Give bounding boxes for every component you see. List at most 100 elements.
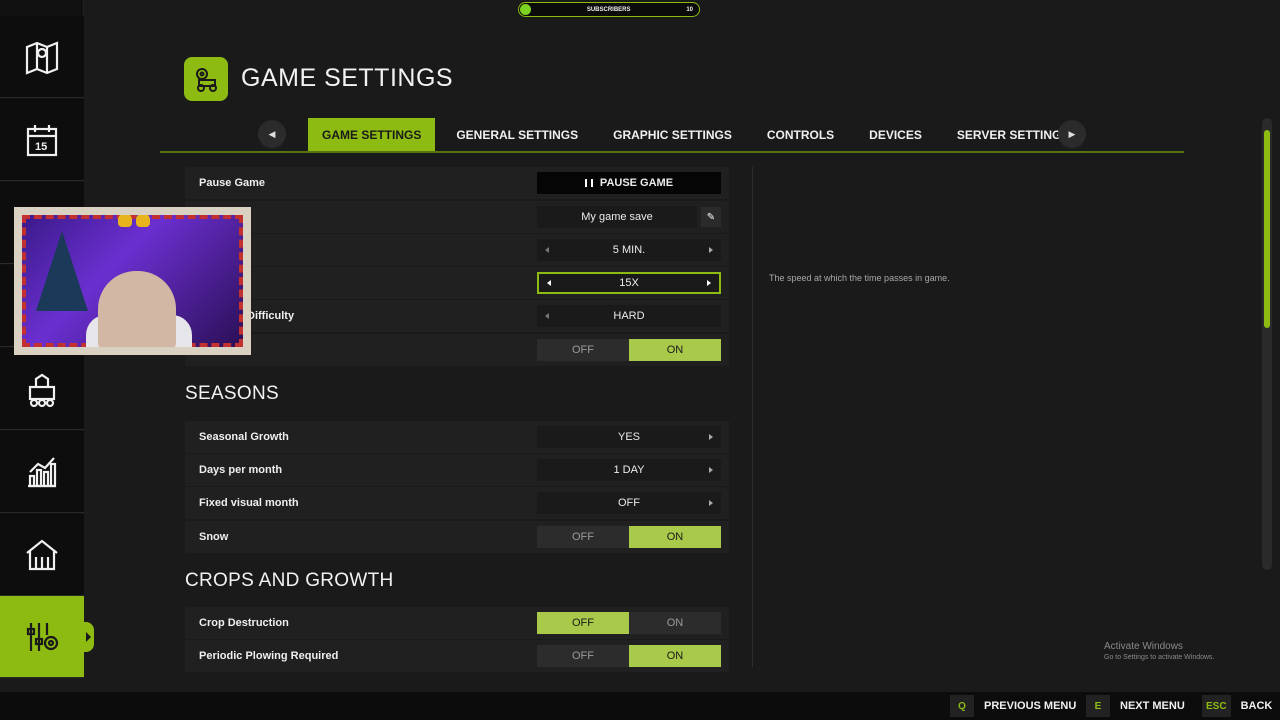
pencil-icon: ✎ <box>706 211 716 223</box>
toggle-on[interactable]: ON <box>629 526 721 548</box>
savegame-name: My game save <box>581 211 653 223</box>
section-title-crops: CROPS AND GROWTH <box>185 570 394 591</box>
days-per-month-selector[interactable]: 1 DAY <box>537 459 721 481</box>
toggle-off[interactable]: OFF <box>537 612 629 634</box>
toggle-off[interactable]: OFF <box>537 339 629 361</box>
tractor-gear-icon <box>184 57 228 101</box>
tab-graphic-settings[interactable]: GRAPHIC SETTINGS <box>599 118 746 152</box>
toggle-off[interactable]: OFF <box>537 645 629 667</box>
section-title-seasons: SEASONS <box>185 383 279 404</box>
selector-value: HARD <box>613 310 645 322</box>
setting-row-autosave-interval: nterval 5 MIN. <box>185 234 729 266</box>
arrow-right-icon[interactable] <box>709 467 713 473</box>
tab-game-settings[interactable]: GAME SETTINGS <box>308 118 436 152</box>
setting-row-fixed-visual-month: Fixed visual month OFF <box>185 487 729 519</box>
key-q: Q <box>950 695 974 717</box>
selector-value: 15X <box>619 277 639 289</box>
previous-menu-button[interactable]: Q PREVIOUS MENU <box>950 694 1076 718</box>
statistics-icon <box>28 456 57 487</box>
arrow-left-icon[interactable] <box>545 247 549 253</box>
back-button[interactable]: ESC BACK <box>1202 694 1272 718</box>
key-esc: ESC <box>1202 695 1231 717</box>
sidebar-item-production[interactable] <box>0 348 84 430</box>
setting-row-seasonal-growth: Seasonal Growth YES <box>185 421 729 453</box>
pause-icon <box>584 179 593 187</box>
toggle-on[interactable]: ON <box>629 645 721 667</box>
pause-game-button-label: PAUSE GAME <box>599 177 674 189</box>
christmas-tree-shape <box>36 231 88 311</box>
arrow-left-icon[interactable] <box>547 280 551 286</box>
setting-label: Pause Game <box>199 177 266 189</box>
periodic-plowing-toggle[interactable]: OFF ON <box>537 645 721 667</box>
autosave-interval-selector[interactable]: 5 MIN. <box>537 239 721 261</box>
snow-toggle[interactable]: OFF ON <box>537 526 721 548</box>
page-title: GAME SETTINGS <box>241 64 454 92</box>
tab-underline <box>160 151 1184 153</box>
watermark-title: Activate Windows <box>1104 641 1183 652</box>
fixed-visual-month-selector[interactable]: OFF <box>537 492 721 514</box>
sidebar-item-settings[interactable] <box>0 596 94 678</box>
calendar-icon: 15 <box>26 124 58 156</box>
setting-label: Periodic Plowing Required <box>199 650 339 662</box>
difficulty-selector[interactable]: HARD <box>537 305 721 327</box>
tab-devices[interactable]: DEVICES <box>855 118 936 152</box>
edit-savegame-button[interactable]: ✎ <box>701 207 721 227</box>
arrow-right-icon[interactable] <box>709 247 713 253</box>
streamer-head-shape <box>98 271 176 347</box>
subscriber-progress-bar: SUBSCRIBERS 10 <box>518 2 700 17</box>
crop-destruction-toggle[interactable]: OFF ON <box>537 612 721 634</box>
tab-next-button[interactable]: ▶ <box>1058 120 1086 148</box>
arrow-right-icon[interactable] <box>709 500 713 506</box>
sidebar-item-animals[interactable] <box>0 514 84 596</box>
setting-row-snow: Snow OFF ON <box>185 521 729 553</box>
selector-value: YES <box>617 431 640 443</box>
arrow-right-icon[interactable] <box>709 434 713 440</box>
arrow-right-icon[interactable] <box>707 280 711 286</box>
next-menu-button[interactable]: E NEXT MENU <box>1086 694 1185 718</box>
sidebar-item-statistics[interactable] <box>0 431 84 513</box>
panel-divider <box>752 167 753 667</box>
selector-value: 1 DAY <box>613 464 645 476</box>
watermark-subtitle: Go to Settings to activate Windows. <box>1104 654 1215 661</box>
setting-row-difficulty: Difficulty HARD <box>185 300 729 332</box>
toggle-off[interactable]: OFF <box>537 526 629 548</box>
setting-label: Snow <box>199 531 229 543</box>
sidebar-item-map[interactable] <box>0 16 84 98</box>
map-icon <box>25 40 59 75</box>
toggle-on[interactable]: ON <box>629 339 721 361</box>
tab-controls[interactable]: CONTROLS <box>753 118 848 152</box>
progress-dot <box>520 4 531 15</box>
toggle-on[interactable]: ON <box>629 612 721 634</box>
pause-game-button[interactable]: PAUSE GAME <box>537 172 721 194</box>
setting-row-days-per-month: Days per month 1 DAY <box>185 454 729 486</box>
bell-icon <box>136 215 150 227</box>
tab-prev-button[interactable]: ◀ <box>258 120 286 148</box>
tab-general-settings[interactable]: GENERAL SETTINGS <box>442 118 592 152</box>
setting-row-toggle: OFF ON <box>185 334 729 366</box>
animals-icon <box>26 539 58 570</box>
production-icon <box>28 373 56 407</box>
setting-label: Days per month <box>199 464 283 476</box>
setting-description: The speed at which the time passes in ga… <box>769 273 950 283</box>
setting-row-pause-game: Pause Game PAUSE GAME <box>185 167 729 199</box>
setting-row-periodic-plowing: Periodic Plowing Required OFF ON <box>185 640 729 672</box>
setting-label: Fixed visual month <box>199 497 299 509</box>
seasonal-growth-selector[interactable]: YES <box>537 426 721 448</box>
scrollbar-thumb[interactable] <box>1264 130 1270 328</box>
active-indicator-arrow <box>86 632 91 642</box>
time-scale-selector[interactable]: 15X <box>537 272 721 294</box>
bell-icon <box>118 215 132 227</box>
sidebar-item-calendar[interactable]: 15 <box>0 99 84 181</box>
setting-row-savegame: My game save ✎ <box>185 201 729 233</box>
selector-value: 5 MIN. <box>612 244 646 256</box>
setting-label: Crop Destruction <box>199 617 289 629</box>
footer-label: PREVIOUS MENU <box>984 700 1077 712</box>
arrow-left-icon[interactable] <box>545 313 549 319</box>
savegame-name-field[interactable]: My game save <box>537 206 697 228</box>
on-off-toggle[interactable]: OFF ON <box>537 339 721 361</box>
selector-value: OFF <box>618 497 640 509</box>
setting-label: Seasonal Growth <box>199 431 289 443</box>
webcam-overlay <box>14 207 251 355</box>
tab-bar: GAME SETTINGS GENERAL SETTINGS GRAPHIC S… <box>308 118 1090 152</box>
key-e: E <box>1086 695 1110 717</box>
